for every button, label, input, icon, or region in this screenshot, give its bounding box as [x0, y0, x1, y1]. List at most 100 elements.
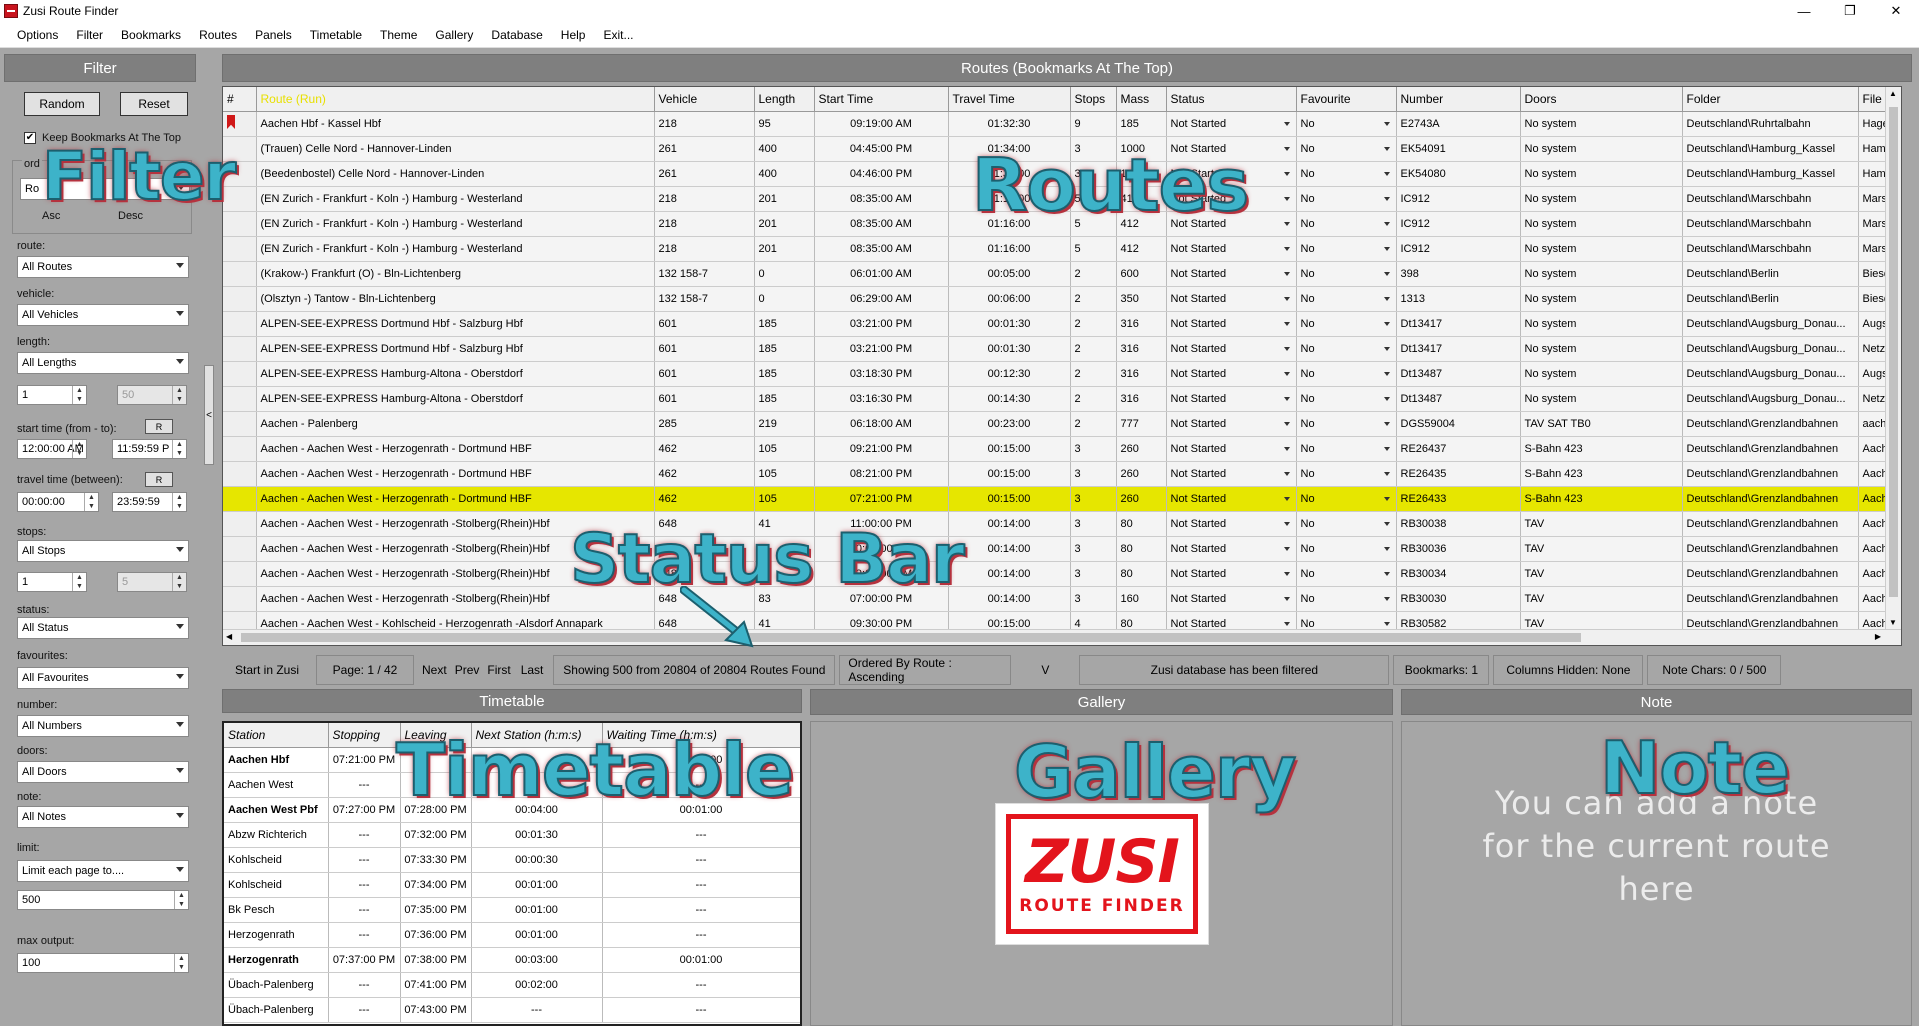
table-row[interactable]: Aachen - Aachen West - Herzogenrath - Do… [223, 486, 1901, 512]
first-page-button[interactable]: First [483, 655, 514, 685]
table-cell[interactable]: No [1296, 261, 1397, 287]
table-row[interactable]: Aachen - Aachen West - Herzogenrath -Sto… [223, 536, 1901, 562]
length-min-spinner[interactable]: 1 ▲ ▼ [17, 385, 87, 405]
table-cell[interactable]: No [1296, 536, 1397, 562]
start-to-spinner[interactable]: 11:59:59 P ▲ ▼ [112, 439, 187, 459]
table-row[interactable]: ALPEN-SEE-EXPRESS Dortmund Hbf - Salzbur… [223, 336, 1901, 362]
limit-select[interactable]: Limit each page to.... [17, 860, 189, 882]
menu-database[interactable]: Database [482, 28, 551, 42]
routes-col-header[interactable]: Route (Run) [256, 87, 655, 112]
table-row[interactable]: (Olsztyn -) Tantow - Bln-Lichtenberg 132 … [223, 286, 1901, 312]
routes-col-header[interactable]: Length [754, 87, 815, 112]
travel-to-spinner[interactable]: 23:59:59 ▲ ▼ [112, 492, 187, 512]
table-cell[interactable]: Not Started [1166, 386, 1297, 412]
close-button[interactable]: ✕ [1873, 0, 1919, 22]
table-cell[interactable]: No [1296, 461, 1397, 487]
table-row[interactable]: Aachen - Aachen West - Herzogenrath - Do… [223, 436, 1901, 462]
table-cell[interactable]: No [1296, 586, 1397, 612]
table-cell[interactable]: Not Started [1166, 311, 1297, 337]
routes-col-header[interactable]: Folder [1682, 87, 1859, 112]
menu-options[interactable]: Options [8, 28, 67, 42]
menu-help[interactable]: Help [552, 28, 595, 42]
menu-timetable[interactable]: Timetable [301, 28, 371, 42]
table-row[interactable]: Aachen - Aachen West - Herzogenrath -Sto… [223, 561, 1901, 587]
table-cell[interactable]: Not Started [1166, 261, 1297, 287]
routes-col-header[interactable]: # [223, 87, 257, 112]
table-cell[interactable]: No [1296, 436, 1397, 462]
length-select[interactable]: All Lengths [17, 352, 189, 374]
vehicle-select[interactable]: All Vehicles [17, 304, 189, 326]
stops-min-spinner[interactable]: 1 ▲ ▼ [17, 572, 87, 592]
note-select[interactable]: All Notes [17, 806, 189, 828]
next-page-button[interactable]: Next [418, 655, 451, 685]
menu-panels[interactable]: Panels [246, 28, 301, 42]
table-cell[interactable]: No [1296, 411, 1397, 437]
favourites-select[interactable]: All Favourites [17, 667, 189, 689]
timetable-row[interactable]: Kohlscheid --- 07:33:30 PM 00:00:30 --- [224, 847, 800, 873]
table-row[interactable]: Aachen - Palenberg 285 219 06:18:00 AM 00:23… [223, 411, 1901, 437]
stops-max-spinner[interactable]: 5 ▲ ▼ [117, 572, 187, 592]
table-cell[interactable]: No [1296, 561, 1397, 587]
table-cell[interactable]: No [1296, 361, 1397, 387]
table-cell[interactable]: No [1296, 211, 1397, 237]
table-cell[interactable]: No [1296, 236, 1397, 262]
table-row[interactable]: ALPEN-SEE-EXPRESS Hamburg-Altona - Obers… [223, 386, 1901, 412]
table-row[interactable]: (EN Zurich - Frankfurt - Koln -) Hamburg… [223, 236, 1901, 262]
routes-col-header[interactable]: Doors [1520, 87, 1683, 112]
table-cell[interactable]: Not Started [1166, 436, 1297, 462]
routes-col-header[interactable]: Favourite [1296, 87, 1397, 112]
menu-routes[interactable]: Routes [190, 28, 246, 42]
reset-button[interactable]: Reset [120, 92, 188, 116]
length-max-spinner[interactable]: 50 ▲ ▼ [117, 385, 187, 405]
table-cell[interactable]: No [1296, 136, 1397, 162]
doors-select[interactable]: All Doors [17, 761, 189, 783]
timetable-row[interactable]: Übach-Palenberg --- 07:41:00 PM 00:02:00 --- [224, 972, 800, 998]
table-row[interactable]: ALPEN-SEE-EXPRESS Dortmund Hbf - Salzbur… [223, 311, 1901, 337]
table-cell[interactable]: No [1296, 161, 1397, 187]
table-row[interactable]: Aachen - Aachen West - Herzogenrath -Sto… [223, 586, 1901, 612]
route-select[interactable]: All Routes [17, 256, 189, 278]
routes-col-header[interactable]: Vehicle [654, 87, 755, 112]
start-in-zusi-button[interactable]: Start in Zusi [222, 655, 312, 685]
horizontal-scroll-thumb[interactable] [241, 633, 1581, 642]
routes-vertical-scrollbar[interactable]: ▲ ▼ [1885, 87, 1901, 645]
table-cell[interactable]: Not Started [1166, 536, 1297, 562]
scroll-up-icon[interactable]: ▲ [1889, 89, 1897, 98]
table-row[interactable]: (Krakow-) Frankfurt (O) - Bln-Lichtenber… [223, 261, 1901, 287]
table-cell[interactable]: No [1296, 486, 1397, 512]
last-page-button[interactable]: Last [515, 655, 550, 685]
table-cell[interactable]: No [1296, 186, 1397, 212]
scroll-right-icon[interactable]: ▶ [1875, 632, 1881, 641]
table-cell[interactable]: Not Started [1166, 561, 1297, 587]
routes-col-header[interactable]: Status [1166, 87, 1297, 112]
minimize-button[interactable]: — [1781, 0, 1827, 22]
timetable-row[interactable]: Kohlscheid --- 07:34:00 PM 00:01:00 --- [224, 872, 800, 898]
table-cell[interactable]: Not Started [1166, 336, 1297, 362]
table-cell[interactable]: No [1296, 286, 1397, 312]
table-cell[interactable]: Not Started [1166, 361, 1297, 387]
routes-col-header[interactable]: Mass [1116, 87, 1167, 112]
table-row[interactable]: Aachen - Aachen West - Herzogenrath - Do… [223, 461, 1901, 487]
random-button[interactable]: Random [24, 92, 100, 116]
travel-time-reset-button[interactable]: R [145, 472, 173, 487]
menu-filter[interactable]: Filter [67, 28, 112, 42]
table-cell[interactable]: Not Started [1166, 286, 1297, 312]
menu-exit[interactable]: Exit... [594, 28, 642, 42]
start-from-spinner[interactable]: 12:00:00 AM ▲ ▼ [17, 439, 87, 459]
table-cell[interactable]: No [1296, 336, 1397, 362]
table-cell[interactable]: Not Started [1166, 236, 1297, 262]
table-cell[interactable]: Not Started [1166, 461, 1297, 487]
start-time-reset-button[interactable]: R [145, 419, 173, 434]
table-cell[interactable]: Not Started [1166, 486, 1297, 512]
table-cell[interactable]: No [1296, 511, 1397, 537]
timetable-row[interactable]: Abzw Richterich --- 07:32:00 PM 00:01:30 --- [224, 822, 800, 848]
order-toggle-button[interactable]: V [1015, 655, 1075, 685]
maximize-button[interactable]: ❐ [1827, 0, 1873, 22]
stops-select[interactable]: All Stops [17, 540, 189, 562]
menu-theme[interactable]: Theme [371, 28, 426, 42]
timetable-row[interactable]: Übach-Palenberg --- 07:43:00 PM --- --- [224, 997, 800, 1023]
table-cell[interactable]: Not Started [1166, 511, 1297, 537]
travel-from-spinner[interactable]: 00:00:00 ▲ ▼ [17, 492, 99, 512]
number-select[interactable]: All Numbers [17, 715, 189, 737]
table-cell[interactable]: No [1296, 111, 1397, 137]
